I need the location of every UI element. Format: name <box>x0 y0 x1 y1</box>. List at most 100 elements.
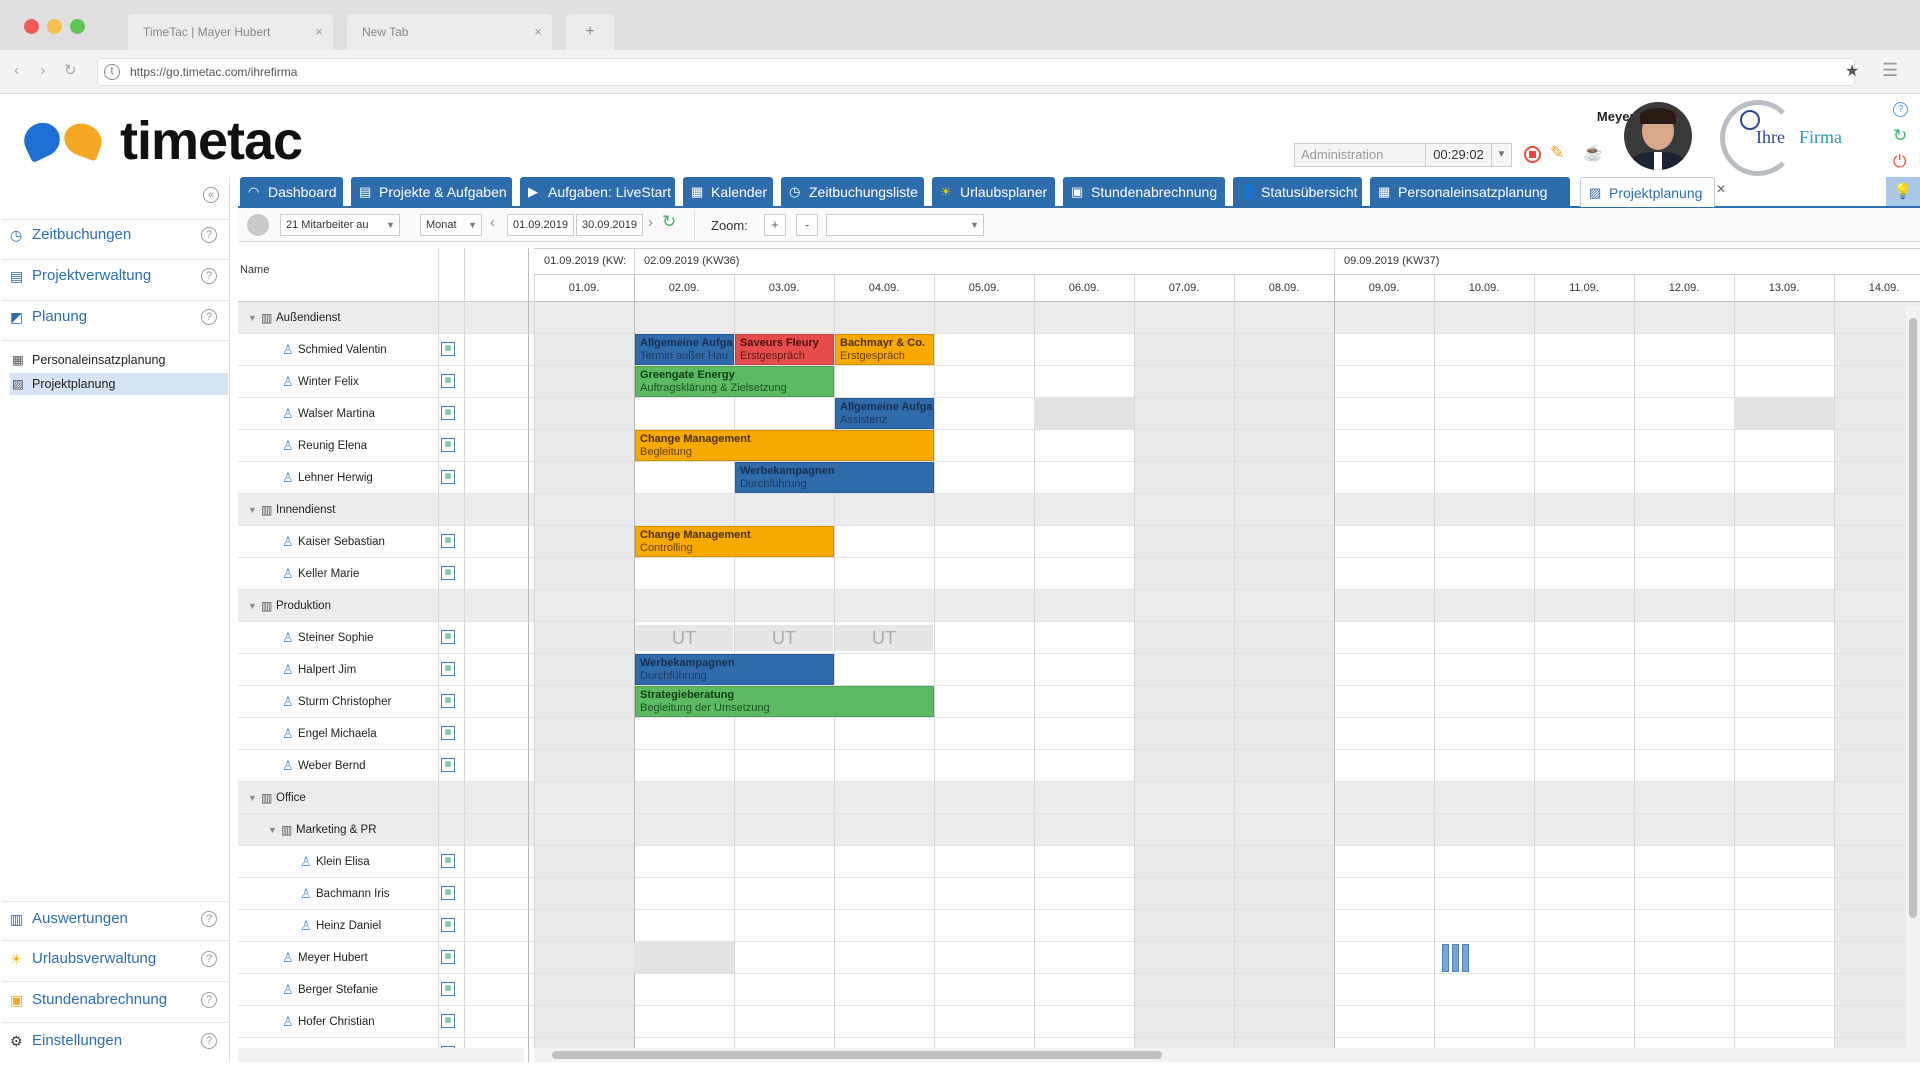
names-horizontal-scrollbar[interactable] <box>238 1048 524 1062</box>
sidebar-item-projektverwaltung[interactable]: ▤ Projektverwaltung? <box>10 261 225 291</box>
calendar-icon[interactable]: ▦ <box>441 406 455 420</box>
chevron-down-icon[interactable]: ▼ <box>268 814 277 846</box>
prev-period-icon[interactable]: ‹ <box>490 214 495 231</box>
horizontal-scrollbar[interactable] <box>534 1048 1906 1062</box>
close-icon[interactable]: ✕ <box>1716 174 1726 204</box>
next-period-icon[interactable]: › <box>648 214 653 231</box>
employee-name[interactable]: Keller Marie <box>298 558 359 590</box>
zoom-select[interactable]: ▼ <box>826 214 984 236</box>
refresh-icon[interactable]: ↻ <box>1893 126 1907 146</box>
coffee-icon[interactable]: ☕ <box>1583 143 1603 163</box>
task-bar[interactable]: Change Management Begleitung <box>635 430 934 461</box>
bookmark-star-icon[interactable]: ★ <box>1845 61 1859 81</box>
sidebar-item-stundenabrechnung[interactable]: ▣ Stundenabrechnung? <box>10 985 225 1015</box>
help-icon[interactable]: ? <box>201 268 217 284</box>
url-input[interactable]: https://go.timetac.com/ihrefirma <box>97 58 1855 86</box>
tab-kalender[interactable]: ▦ Kalender <box>683 177 773 207</box>
status-circle-icon[interactable] <box>247 214 269 236</box>
task-bar[interactable]: Allgemeine Aufga Assistenz <box>835 398 934 429</box>
date-from-input[interactable]: 01.09.2019 <box>507 214 574 236</box>
employee-name[interactable]: Sturm Christopher <box>298 686 391 718</box>
chevron-down-icon[interactable]: ▼ <box>248 782 257 814</box>
task-bar[interactable]: Werbekampagnen Durchführung <box>635 654 834 685</box>
browser-tab-timetac[interactable]: TimeTac | Mayer Hubert × <box>128 14 333 50</box>
zoom-out-button[interactable]: - <box>796 214 818 236</box>
sidebar-sub-personaleinsatzplanung[interactable]: ▦ Personaleinsatzplanung <box>10 349 228 371</box>
calendar-icon[interactable]: ▦ <box>441 758 455 772</box>
calendar-icon[interactable]: ▦ <box>441 854 455 868</box>
task-bar[interactable]: Saveurs Fleury Erstgespräch <box>735 334 834 365</box>
employee-name[interactable]: Bachmann Iris <box>316 878 390 910</box>
tab-aufgaben-livestart[interactable]: ▶ Aufgaben: LiveStart <box>520 177 675 207</box>
employee-name[interactable]: Lehner Herwig <box>298 462 373 494</box>
period-select[interactable]: Monat ▼ <box>420 214 482 236</box>
vertical-scroll-thumb[interactable] <box>1909 318 1917 918</box>
calendar-icon[interactable]: ▦ <box>441 982 455 996</box>
chevron-down-icon[interactable]: ▼ <box>1492 143 1512 167</box>
task-bar[interactable]: Bachmayr & Co. Erstgespräch <box>835 334 934 365</box>
help-icon[interactable]: ? <box>201 911 217 927</box>
tab-dashboard[interactable]: ◠ Dashboard <box>240 177 343 207</box>
reload-icon[interactable]: ↻ <box>64 61 77 79</box>
task-bar[interactable]: Greengate Energy Auftragsklärung & Zielse… <box>635 366 834 397</box>
task-bar[interactable]: Werbekampagnen Durchführung <box>735 462 934 493</box>
collapse-sidebar-icon[interactable]: « <box>203 187 219 203</box>
sidebar-item-auswertungen[interactable]: ▥ Auswertungen? <box>10 904 225 934</box>
edit-icon[interactable]: ✎ <box>1550 143 1564 163</box>
stop-icon[interactable] <box>1524 146 1541 163</box>
new-tab-button[interactable]: + <box>566 14 614 50</box>
calendar-icon[interactable]: ▦ <box>441 374 455 388</box>
browser-tab-new[interactable]: New Tab × <box>347 14 552 50</box>
back-icon[interactable]: ‹ <box>14 62 19 80</box>
role-select[interactable]: Administration <box>1294 143 1426 167</box>
help-icon[interactable]: ? <box>201 951 217 967</box>
employee-name[interactable]: Kaiser Sebastian <box>298 526 385 558</box>
close-icon[interactable]: × <box>315 14 323 50</box>
employee-name[interactable]: Schmied Valentin <box>298 334 387 366</box>
sidebar-sub-projektplanung[interactable]: ▨ Projektplanung <box>10 373 228 395</box>
chevron-down-icon[interactable]: ▼ <box>248 494 257 526</box>
tab-statusuebersicht[interactable]: 👤 Statusübersicht <box>1233 177 1362 207</box>
horizontal-scroll-thumb[interactable] <box>552 1051 1162 1059</box>
employee-name[interactable]: Halpert Jim <box>298 654 356 686</box>
chevron-down-icon[interactable]: ▼ <box>248 590 257 622</box>
employee-name[interactable]: Klein Elisa <box>316 846 370 878</box>
calendar-icon[interactable]: ▦ <box>441 918 455 932</box>
calendar-icon[interactable]: ▦ <box>441 726 455 740</box>
tab-stundenabrechnung[interactable]: ▣ Stundenabrechnung <box>1063 177 1225 207</box>
maximize-window-button[interactable] <box>70 19 85 34</box>
calendar-icon[interactable]: ▦ <box>441 470 455 484</box>
forward-icon[interactable]: › <box>40 62 45 80</box>
employee-name[interactable]: Steiner Sophie <box>298 622 373 654</box>
calendar-icon[interactable]: ▦ <box>441 438 455 452</box>
calendar-icon[interactable]: ▦ <box>441 630 455 644</box>
task-bar[interactable]: Allgemeine Aufga Termin außer Hau <box>635 334 734 365</box>
tab-zeitbuchungsliste[interactable]: ◷ Zeitbuchungsliste <box>781 177 924 207</box>
chevron-down-icon[interactable]: ▼ <box>248 302 257 334</box>
vertical-scrollbar[interactable] <box>1906 306 1920 1062</box>
calendar-icon[interactable]: ▦ <box>441 1014 455 1028</box>
minimize-window-button[interactable] <box>47 19 62 34</box>
employee-name[interactable]: Meyer Hubert <box>298 942 368 974</box>
employee-name[interactable]: Heinz Daniel <box>316 910 381 942</box>
calendar-icon[interactable]: ▦ <box>441 950 455 964</box>
employee-name[interactable]: Hofer Christian <box>298 1006 375 1038</box>
sidebar-item-einstellungen[interactable]: ⚙ Einstellungen? <box>10 1026 225 1056</box>
sidebar-item-planung[interactable]: ◩ Planung? <box>10 302 225 332</box>
help-icon[interactable]: ? <box>201 992 217 1008</box>
lightbulb-icon[interactable]: 💡 <box>1886 177 1920 207</box>
tab-personaleinsatzplanung[interactable]: ▦ Personaleinsatzplanung ✕ <box>1370 177 1584 207</box>
task-bar[interactable]: Strategieberatung Begleitung der Umsetzun… <box>635 686 934 717</box>
calendar-icon[interactable]: ▦ <box>441 694 455 708</box>
site-info-icon[interactable]: t <box>104 64 120 80</box>
help-icon[interactable]: ? <box>201 309 217 325</box>
power-icon[interactable]: ⏻ <box>1893 152 1906 172</box>
tab-urlaubsplaner[interactable]: ☀ Urlaubsplaner <box>932 177 1055 207</box>
employee-name[interactable]: Engel Michaela <box>298 718 377 750</box>
zoom-in-button[interactable]: + <box>764 214 786 236</box>
menu-icon[interactable]: ☰ <box>1882 60 1898 81</box>
employee-name[interactable]: Winter Felix <box>298 366 359 398</box>
task-bar[interactable]: Change Management Controlling <box>635 526 834 557</box>
tab-projekte-aufgaben[interactable]: ▤ Projekte & Aufgaben <box>351 177 512 207</box>
help-icon[interactable]: ? <box>201 227 217 243</box>
